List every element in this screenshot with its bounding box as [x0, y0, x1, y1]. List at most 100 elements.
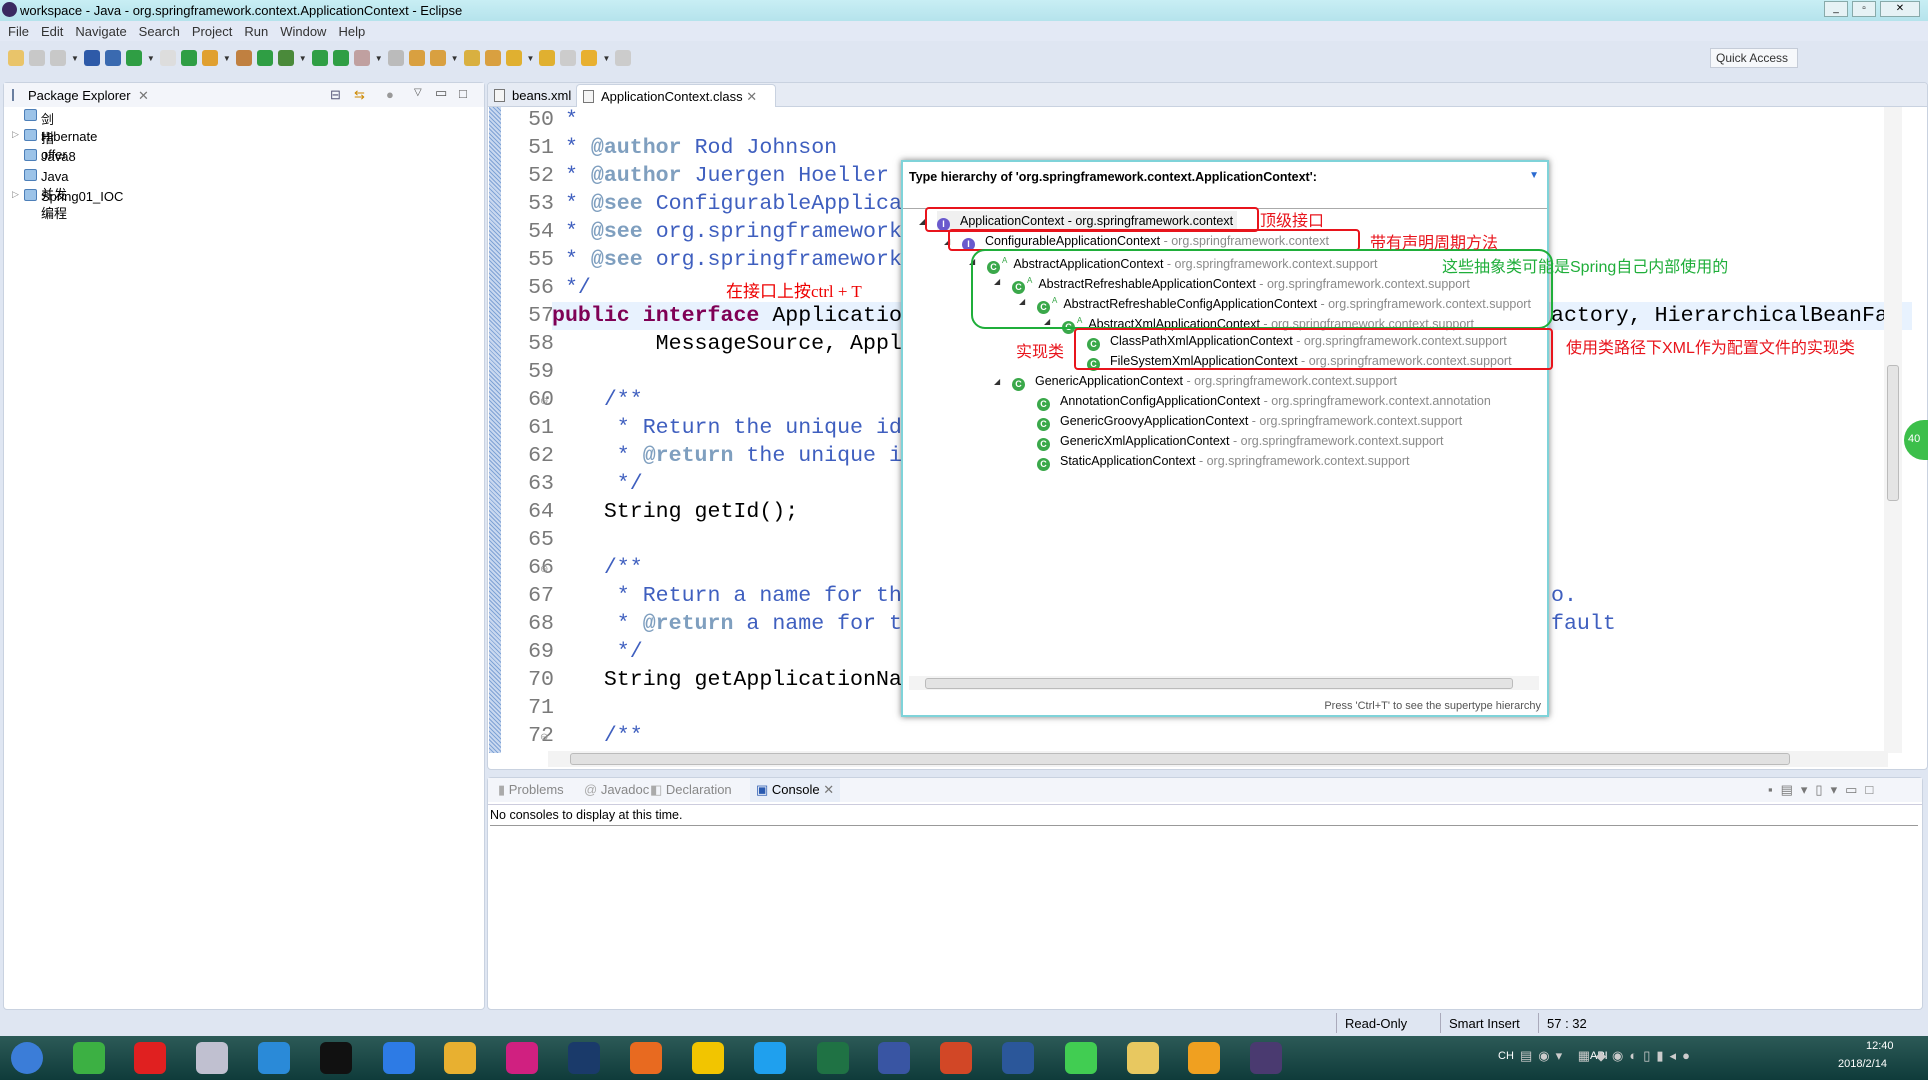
close-button[interactable]: ✕ [1880, 1, 1920, 17]
360-taskbar-icon[interactable] [72, 1042, 105, 1074]
fold-toggle-icon[interactable]: ⊖ [540, 732, 548, 743]
minimize-button[interactable]: _ [1824, 1, 1848, 17]
netease-music-taskbar-icon[interactable] [134, 1042, 167, 1074]
run-icon[interactable] [311, 50, 328, 66]
pen-taskbar-icon[interactable] [505, 1042, 538, 1074]
new-java-project-icon[interactable] [201, 50, 218, 66]
cmd-taskbar-icon[interactable] [319, 1042, 352, 1074]
next-annotation-icon[interactable] [505, 50, 522, 66]
link-editor-icon[interactable]: ⇆ [354, 87, 365, 103]
start-taskbar-icon[interactable] [11, 1042, 44, 1074]
file-explorer-taskbar-icon[interactable] [1126, 1042, 1159, 1074]
tray-date[interactable]: 2018/2/14 [1838, 1058, 1887, 1070]
menu-file[interactable]: File [8, 21, 37, 41]
visio-taskbar-icon[interactable] [878, 1042, 911, 1074]
save-icon[interactable] [29, 50, 45, 66]
expand-arrow-icon[interactable]: ▷ [12, 189, 19, 200]
menu-navigate[interactable]: Navigate [75, 21, 134, 41]
tab-javadoc[interactable]: @ Javadoc [584, 782, 649, 797]
dropdown-arrow-icon[interactable]: ▼ [602, 54, 610, 63]
back-icon[interactable] [581, 50, 598, 66]
tab-problems[interactable]: ▮ Problems [498, 782, 564, 798]
search-icon[interactable] [463, 50, 480, 66]
tray-icons[interactable]: ▤◉▾ ▦◆◉◐▯▮◂● [1520, 1048, 1696, 1064]
tab-declaration[interactable]: ◧ Declaration [650, 782, 732, 798]
dropdown-arrow-icon[interactable]: ▼ [299, 54, 307, 63]
popup-menu-chevron-icon[interactable]: ▼ [1529, 170, 1539, 181]
hierarchy-row[interactable]: C GenericApplicationContext - org.springf… [1012, 371, 1397, 391]
new-package-icon[interactable] [235, 50, 252, 66]
fold-toggle-icon[interactable]: ⊖ [540, 396, 548, 407]
maximize-view-icon[interactable]: □ [459, 86, 467, 101]
maximize-button[interactable]: ▫ [1852, 1, 1876, 17]
hierarchy-row[interactable]: C GenericGroovyApplicationContext - org.s… [1037, 411, 1462, 431]
dropdown-arrow-icon[interactable]: ▼ [147, 54, 155, 63]
snipping-taskbar-icon[interactable] [195, 1042, 228, 1074]
eclipse-taskbar-icon[interactable] [1249, 1042, 1282, 1074]
hierarchy-row[interactable]: C AnnotationConfigApplicationContext - or… [1037, 391, 1491, 411]
excel-taskbar-icon[interactable] [816, 1042, 849, 1074]
tray-language[interactable]: CH [1498, 1050, 1514, 1062]
collapse-arrow-icon[interactable]: ◢ [994, 377, 1000, 386]
horizontal-scroll-thumb[interactable] [570, 753, 1790, 765]
hierarchy-row[interactable]: C StaticApplicationContext - org.springfr… [1037, 451, 1409, 471]
menu-run[interactable]: Run [244, 21, 276, 41]
onenote-taskbar-icon[interactable] [568, 1042, 601, 1074]
stop-icon[interactable] [353, 50, 370, 66]
new-icon[interactable] [8, 50, 24, 66]
firefox-taskbar-icon[interactable] [629, 1042, 662, 1074]
terminal-icon[interactable] [83, 50, 100, 66]
word-taskbar-icon[interactable] [1002, 1042, 1035, 1074]
dropdown-arrow-icon[interactable]: ▼ [451, 54, 459, 63]
open-resource-icon[interactable] [429, 50, 446, 66]
qt-taskbar-icon[interactable] [1065, 1042, 1098, 1074]
vertical-scroll-thumb[interactable] [1887, 365, 1899, 501]
dropdown-arrow-icon[interactable]: ▼ [223, 54, 231, 63]
view-menu-icon[interactable]: ▽ [414, 87, 422, 98]
filter-icon[interactable]: ● [386, 87, 394, 102]
feishu-taskbar-icon[interactable] [382, 1042, 415, 1074]
collapse-all-icon[interactable]: ⊟ [330, 87, 341, 103]
close-tab-icon[interactable]: ✕ [743, 89, 757, 104]
toggle-mark-icon[interactable] [159, 50, 176, 66]
dropdown-arrow-icon[interactable]: ▼ [71, 54, 79, 63]
spring-boot-icon[interactable] [125, 50, 142, 66]
powerpoint-taskbar-icon[interactable] [939, 1042, 972, 1074]
fold-toggle-icon[interactable]: ⊖ [540, 564, 548, 575]
media-player-taskbar-icon[interactable] [1188, 1042, 1221, 1074]
editor-tab[interactable]: ApplicationContext.class ✕ [576, 84, 776, 107]
menu-window[interactable]: Window [280, 21, 334, 41]
close-tab-icon[interactable]: ✕ [820, 782, 834, 797]
qq-music-taskbar-icon[interactable] [692, 1042, 725, 1074]
run-external-icon[interactable] [332, 50, 349, 66]
refresh-errors-icon[interactable] [180, 50, 197, 66]
editor-tab[interactable]: beans.xml [488, 84, 574, 107]
last-edit-icon[interactable] [560, 50, 577, 66]
deploy-icon[interactable] [387, 50, 404, 66]
internet-explorer-taskbar-icon[interactable] [258, 1042, 291, 1074]
skip-breakpoints-icon[interactable] [104, 50, 121, 66]
menu-project[interactable]: Project [192, 21, 240, 41]
open-type-icon[interactable] [408, 50, 425, 66]
tab-console[interactable]: ▣ Console ✕ [750, 778, 841, 802]
dropdown-arrow-icon[interactable]: ▼ [527, 54, 535, 63]
baidu-netdisk-taskbar-icon[interactable] [753, 1042, 786, 1074]
hierarchy-row[interactable]: C GenericXmlApplicationContext - org.spri… [1037, 431, 1444, 451]
console-toolbar-icons[interactable]: ▪▤▾▯▾▭□ [1768, 782, 1881, 798]
menu-search[interactable]: Search [139, 21, 188, 41]
menu-edit[interactable]: Edit [41, 21, 71, 41]
debug-icon[interactable] [277, 50, 294, 66]
minimize-view-icon[interactable]: ▭ [435, 85, 447, 101]
package-explorer-tab[interactable]: Package Explorer ✕ ⊟ ⇆ ● ▽ ▭ □ [4, 83, 484, 107]
expand-arrow-icon[interactable]: ▷ [12, 129, 19, 140]
popup-scroll-thumb[interactable] [925, 678, 1513, 689]
dropdown-arrow-icon[interactable]: ▼ [375, 54, 383, 63]
close-tab-icon[interactable]: ✕ [138, 88, 149, 104]
tray-time[interactable]: 12:40 [1866, 1040, 1894, 1052]
forward-icon[interactable] [615, 50, 632, 66]
save-all-icon[interactable] [50, 50, 66, 66]
quick-access-input[interactable]: Quick Access [1710, 48, 1798, 68]
chrome-taskbar-icon[interactable] [444, 1042, 477, 1074]
prev-annotation-icon[interactable] [539, 50, 556, 66]
new-class-icon[interactable] [256, 50, 273, 66]
